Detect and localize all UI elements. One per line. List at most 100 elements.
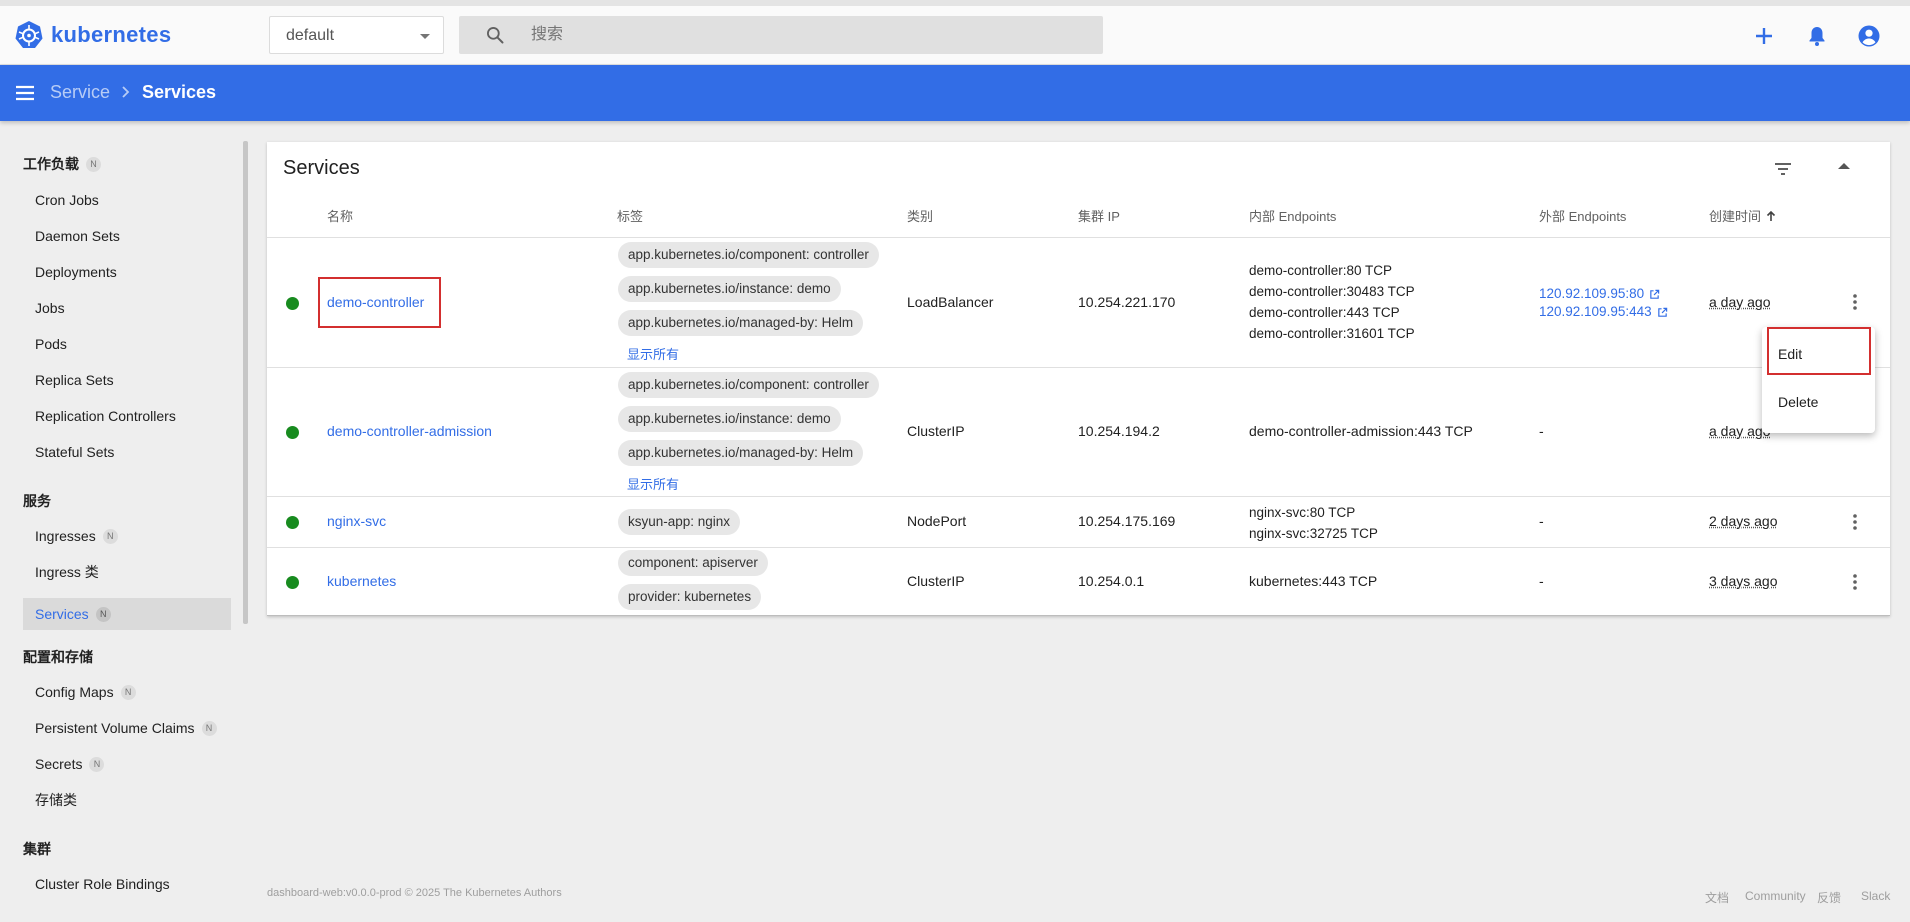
created-age: a day ago — [1709, 294, 1771, 310]
sidebar-item-replica-sets[interactable]: Replica Sets — [23, 364, 231, 396]
sidebar-item-daemon-sets[interactable]: Daemon Sets — [23, 220, 231, 252]
footer-link-docs[interactable]: 文档 — [1705, 889, 1729, 906]
card-title: Services — [283, 157, 360, 179]
namespace-select[interactable]: default — [269, 16, 444, 54]
dropdown-caret-icon — [420, 34, 430, 39]
menu-item-delete[interactable]: Delete — [1778, 394, 1818, 410]
status-ok-icon — [286, 516, 299, 529]
table-row: demo-controller app.kubernetes.io/compon… — [267, 238, 1890, 368]
logo[interactable]: kubernetes — [14, 20, 171, 50]
search-input[interactable] — [531, 16, 1091, 54]
endpoint: nginx-svc:32725 TCP — [1249, 526, 1378, 541]
sidebar-item-ingress-classes[interactable]: Ingress 类 — [23, 556, 231, 588]
sidebar-item-cluster-role-bindings[interactable]: Cluster Role Bindings — [23, 868, 231, 900]
status-ok-icon — [286, 297, 299, 310]
sidebar-item-label: Replication Controllers — [35, 408, 176, 424]
sidebar-section-config-storage[interactable]: 配置和存储 — [23, 647, 93, 667]
sidebar-item-config-maps[interactable]: Config Maps N — [23, 676, 231, 708]
sidebar-section-cluster[interactable]: 集群 — [23, 839, 51, 859]
sidebar-item-ingresses[interactable]: Ingresses N — [23, 520, 231, 552]
sidebar-item-label: Persistent Volume Claims — [35, 720, 195, 736]
sidebar-item-replication-controllers[interactable]: Replication Controllers — [23, 400, 231, 432]
sidebar-item-label: Cron Jobs — [35, 192, 99, 208]
external-endpoint-text: 120.92.109.95:80 — [1539, 286, 1645, 301]
sidebar-section-label: 工作负载 — [23, 156, 79, 172]
filter-icon[interactable] — [1771, 157, 1795, 181]
sidebar-item-stateful-sets[interactable]: Stateful Sets — [23, 436, 231, 468]
service-type: NodePort — [907, 513, 967, 529]
column-header-labels: 标签 — [617, 209, 644, 224]
sidebar-scrollbar[interactable] — [243, 141, 248, 624]
toolbar: Service Services — [0, 65, 1910, 121]
more-vert-icon[interactable] — [1853, 294, 1857, 310]
footer-link-community[interactable]: Community — [1745, 889, 1806, 903]
open-in-new-icon — [1657, 307, 1667, 317]
endpoint: demo-controller:31601 TCP — [1249, 326, 1415, 341]
sidebar-section-label: 集群 — [23, 841, 51, 857]
service-type: ClusterIP — [907, 423, 965, 439]
table-header: 名称 标签 类别 集群 IP 内部 Endpoints 外部 Endpoints… — [267, 188, 1890, 238]
show-all-labels-link[interactable]: 显示所有 — [627, 344, 679, 363]
external-endpoints: - — [1539, 423, 1544, 439]
table-row: demo-controller-admission app.kubernetes… — [267, 368, 1890, 497]
sidebar-item-secrets[interactable]: Secrets N — [23, 748, 231, 780]
sidebar-item-label: Stateful Sets — [35, 444, 115, 460]
sidebar-section-workloads[interactable]: 工作负载 N — [23, 154, 101, 174]
sidebar-section-service[interactable]: 服务 — [23, 491, 51, 511]
notifications-icon[interactable] — [1805, 24, 1829, 48]
column-header-cluster-ip: 集群 IP — [1078, 209, 1120, 224]
sidebar-item-services[interactable]: Services N — [23, 598, 231, 630]
more-vert-icon[interactable] — [1853, 514, 1857, 530]
label-chip: app.kubernetes.io/managed-by: Helm — [618, 310, 864, 336]
sidebar-item-label: 存储类 — [35, 792, 77, 808]
chevron-right-icon — [122, 86, 130, 98]
column-header-internal-endpoints: 内部 Endpoints — [1249, 209, 1337, 224]
sidebar-item-cron-jobs[interactable]: Cron Jobs — [23, 184, 231, 216]
footer-link-slack[interactable]: Slack — [1861, 889, 1890, 903]
service-type: ClusterIP — [907, 573, 965, 589]
cluster-ip: 10.254.175.169 — [1078, 513, 1176, 529]
table-row: kubernetes component: apiserver provider… — [267, 548, 1890, 616]
label-chip: component: apiserver — [618, 550, 768, 576]
show-all-labels-link[interactable]: 显示所有 — [627, 474, 679, 493]
internal-endpoints: nginx-svc:80 TCP nginx-svc:32725 TCP — [1249, 502, 1378, 544]
account-icon[interactable] — [1857, 24, 1881, 48]
add-icon[interactable] — [1752, 24, 1776, 48]
open-in-new-icon — [1650, 289, 1660, 299]
external-endpoint-link[interactable]: 120.92.109.95:443 — [1539, 303, 1668, 321]
namespace-value: default — [286, 27, 335, 44]
endpoint: demo-controller:443 TCP — [1249, 305, 1400, 320]
service-name-link[interactable]: kubernetes — [327, 573, 396, 589]
service-name-link[interactable]: demo-controller-admission — [327, 423, 492, 439]
sidebar-item-pods[interactable]: Pods — [23, 328, 231, 360]
sidebar-item-persistent-volume-claims[interactable]: Persistent Volume Claims N — [23, 712, 231, 744]
external-endpoint-link[interactable]: 120.92.109.95:80 — [1539, 285, 1668, 303]
more-vert-icon[interactable] — [1853, 574, 1857, 590]
sidebar-item-label: Services — [35, 606, 89, 622]
sidebar-item-deployments[interactable]: Deployments — [23, 256, 231, 288]
breadcrumb-parent[interactable]: Service — [50, 82, 110, 103]
sidebar-item-jobs[interactable]: Jobs — [23, 292, 231, 324]
new-badge: N — [89, 756, 105, 772]
menu-icon[interactable] — [13, 81, 37, 105]
collapse-icon[interactable] — [1838, 163, 1850, 169]
breadcrumb-current: Services — [142, 82, 217, 102]
highlight-box — [318, 277, 441, 328]
endpoint: demo-controller:30483 TCP — [1249, 284, 1415, 299]
cluster-ip: 10.254.194.2 — [1078, 423, 1160, 439]
label-chip: app.kubernetes.io/managed-by: Helm — [618, 440, 864, 466]
sidebar-item-label: Ingress 类 — [35, 564, 99, 580]
sidebar-item-label: Deployments — [35, 264, 117, 280]
footer-link-feedback[interactable]: 反馈 — [1817, 889, 1841, 906]
label-chip: ksyun-app: nginx — [618, 509, 741, 535]
column-header-created[interactable]: 创建时间 — [1709, 206, 1777, 225]
sidebar-item-label: Daemon Sets — [35, 228, 120, 244]
sidebar-item-label: Replica Sets — [35, 372, 114, 388]
label-chip: provider: kubernetes — [618, 584, 762, 610]
column-header-name[interactable]: 名称 — [327, 206, 353, 225]
sidebar-item-storage-classes[interactable]: 存储类 — [23, 784, 231, 816]
service-name-link[interactable]: nginx-svc — [327, 513, 386, 529]
sidebar-item-label: Jobs — [35, 300, 65, 316]
sidebar-section-label: 配置和存储 — [23, 649, 93, 665]
sidebar: 工作负载 N Cron Jobs Daemon Sets Deployments… — [0, 121, 250, 922]
